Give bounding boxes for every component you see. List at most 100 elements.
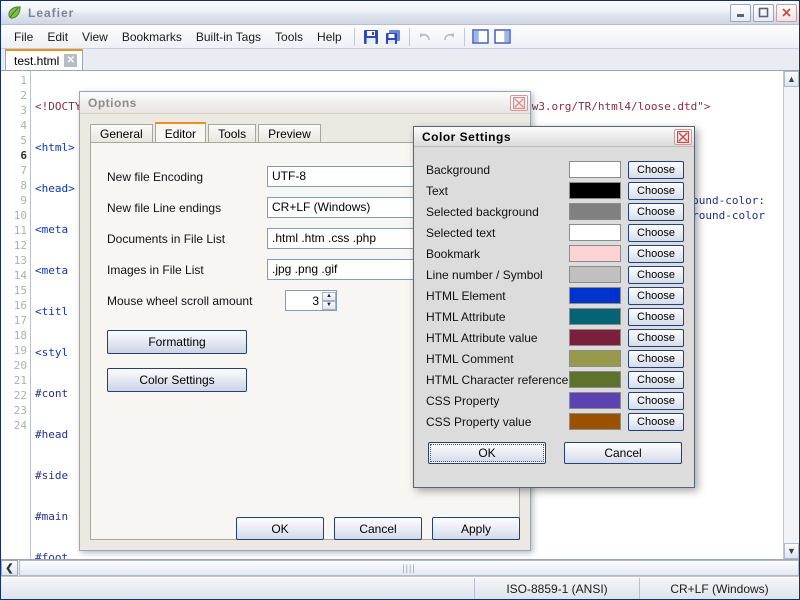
stepper-down-icon[interactable]: ▼ — [322, 301, 336, 310]
options-ok-button[interactable]: OK — [236, 517, 324, 540]
tab-tools[interactable]: Tools — [208, 124, 256, 143]
color-label: Selected text — [426, 226, 569, 240]
color-label: HTML Comment — [426, 352, 569, 366]
options-cancel-button[interactable]: Cancel — [334, 517, 422, 540]
menu-edit[interactable]: Edit — [40, 27, 75, 47]
color-row-selected-text: Selected text Choose — [426, 222, 684, 243]
color-row-line-number-symbol: Line number / Symbol Choose — [426, 264, 684, 285]
choose-button-html-comment[interactable]: Choose — [628, 350, 684, 368]
status-encoding: ISO-8859-1 (ANSI) — [474, 578, 639, 599]
vertical-scroll-track[interactable] — [784, 87, 799, 543]
color-settings-close-icon[interactable] — [674, 129, 692, 145]
choose-button-html-element[interactable]: Choose — [628, 287, 684, 305]
choose-button-css-property[interactable]: Choose — [628, 392, 684, 410]
tab-general[interactable]: General — [90, 124, 153, 143]
stepper-up-icon[interactable]: ▲ — [322, 292, 336, 301]
menu-built-in-tags[interactable]: Built-in Tags — [189, 27, 268, 47]
color-ok-button[interactable]: OK — [428, 442, 546, 464]
color-row-css-property-value: CSS Property value Choose — [426, 411, 684, 432]
choose-button-html-character-reference[interactable]: Choose — [628, 371, 684, 389]
line-number: 20 — [1, 358, 27, 373]
choose-button-text[interactable]: Choose — [628, 182, 684, 200]
color-settings-dialog: Color Settings Background Choose Text Ch… — [413, 126, 695, 488]
color-swatch-html-element[interactable] — [569, 287, 621, 304]
color-swatch-html-attribute[interactable] — [569, 308, 621, 325]
choose-button-line-number-symbol[interactable]: Choose — [628, 266, 684, 284]
undo-icon[interactable] — [415, 27, 437, 47]
close-tab-icon[interactable]: ✕ — [64, 54, 77, 67]
horizontal-scrollbar[interactable]: ❮ |||| — [1, 560, 799, 577]
color-swatch-css-property[interactable] — [569, 392, 621, 409]
color-row-html-attribute-value: HTML Attribute value Choose — [426, 327, 684, 348]
save-icon[interactable] — [360, 27, 382, 47]
menu-help[interactable]: Help — [310, 27, 349, 47]
field-label: New file Line endings — [107, 201, 267, 215]
color-row-html-element: HTML Element Choose — [426, 285, 684, 306]
choose-button-css-property-value[interactable]: Choose — [628, 413, 684, 431]
choose-button-bookmark[interactable]: Choose — [628, 245, 684, 263]
options-dialog-footer: OK Cancel Apply — [236, 517, 520, 540]
choose-button-selected-background[interactable]: Choose — [628, 203, 684, 221]
color-cancel-button[interactable]: Cancel — [564, 442, 682, 464]
window-controls — [730, 4, 797, 22]
field-label: Documents in File List — [107, 232, 267, 246]
application-window: Leafier File Edit View Bookmarks Built-i… — [0, 0, 800, 600]
color-row-text: Text Choose — [426, 180, 684, 201]
line-number-current: 6 — [1, 148, 27, 163]
field-label: New file Encoding — [107, 170, 267, 184]
color-row-css-property: CSS Property Choose — [426, 390, 684, 411]
color-label: Text — [426, 184, 569, 198]
tab-preview-label: Preview — [268, 127, 311, 141]
redo-icon[interactable] — [437, 27, 459, 47]
color-swatch-background[interactable] — [569, 161, 621, 178]
menu-file[interactable]: File — [7, 27, 40, 47]
document-tab-test-html[interactable]: test.html ✕ — [5, 49, 83, 70]
stepper-buttons: ▲ ▼ — [322, 292, 336, 310]
status-bar: ISO-8859-1 (ANSI) CR+LF (Windows) — [1, 577, 799, 599]
line-number: 18 — [1, 328, 27, 343]
color-swatch-line-number-symbol[interactable] — [569, 266, 621, 283]
split-left-icon[interactable] — [470, 27, 492, 47]
color-label: Background — [426, 163, 569, 177]
tab-preview[interactable]: Preview — [258, 124, 321, 143]
color-swatch-selected-text[interactable] — [569, 224, 621, 241]
color-swatch-html-character-reference[interactable] — [569, 371, 621, 388]
color-swatch-text[interactable] — [569, 182, 621, 199]
tab-editor[interactable]: Editor — [155, 122, 206, 143]
options-dialog-close-icon[interactable] — [510, 95, 528, 111]
formatting-button[interactable]: Formatting — [107, 330, 247, 354]
color-label: HTML Attribute — [426, 310, 569, 324]
minimize-button[interactable] — [730, 4, 751, 22]
choose-button-html-attribute-value[interactable]: Choose — [628, 329, 684, 347]
color-swatch-css-property-value[interactable] — [569, 413, 621, 430]
maximize-button[interactable] — [753, 4, 774, 22]
color-label: Line number / Symbol — [426, 268, 569, 282]
color-label: CSS Property — [426, 394, 569, 408]
split-right-icon[interactable] — [492, 27, 514, 47]
line-number: 15 — [1, 283, 27, 298]
toolbar-separator-2 — [409, 28, 410, 46]
save-all-icon[interactable] — [382, 27, 404, 47]
menu-tools[interactable]: Tools — [268, 27, 310, 47]
horizontal-scroll-thumb[interactable]: |||| — [19, 560, 799, 576]
color-swatch-html-attribute-value[interactable] — [569, 329, 621, 346]
close-button[interactable] — [776, 4, 797, 22]
color-swatch-selected-background[interactable] — [569, 203, 621, 220]
window-titlebar: Leafier — [1, 1, 799, 25]
color-swatch-bookmark[interactable] — [569, 245, 621, 262]
menu-view[interactable]: View — [75, 27, 115, 47]
options-apply-button[interactable]: Apply — [432, 517, 520, 540]
choose-button-selected-text[interactable]: Choose — [628, 224, 684, 242]
scroll-left-button[interactable]: ❮ — [1, 560, 18, 576]
choose-button-html-attribute[interactable]: Choose — [628, 308, 684, 326]
scroll-down-button[interactable]: ▼ — [784, 543, 799, 559]
menu-bookmarks[interactable]: Bookmarks — [115, 27, 189, 47]
scroll-up-button[interactable]: ▲ — [784, 71, 799, 87]
line-number: 19 — [1, 343, 27, 358]
color-settings-button[interactable]: Color Settings — [107, 368, 247, 392]
vertical-scrollbar[interactable]: ▲ ▼ — [783, 71, 799, 559]
choose-button-background[interactable]: Choose — [628, 161, 684, 179]
mouse-wheel-scroll-stepper[interactable]: 3 ▲ ▼ — [285, 290, 337, 311]
color-swatch-html-comment[interactable] — [569, 350, 621, 367]
color-settings-title: Color Settings — [422, 130, 511, 144]
